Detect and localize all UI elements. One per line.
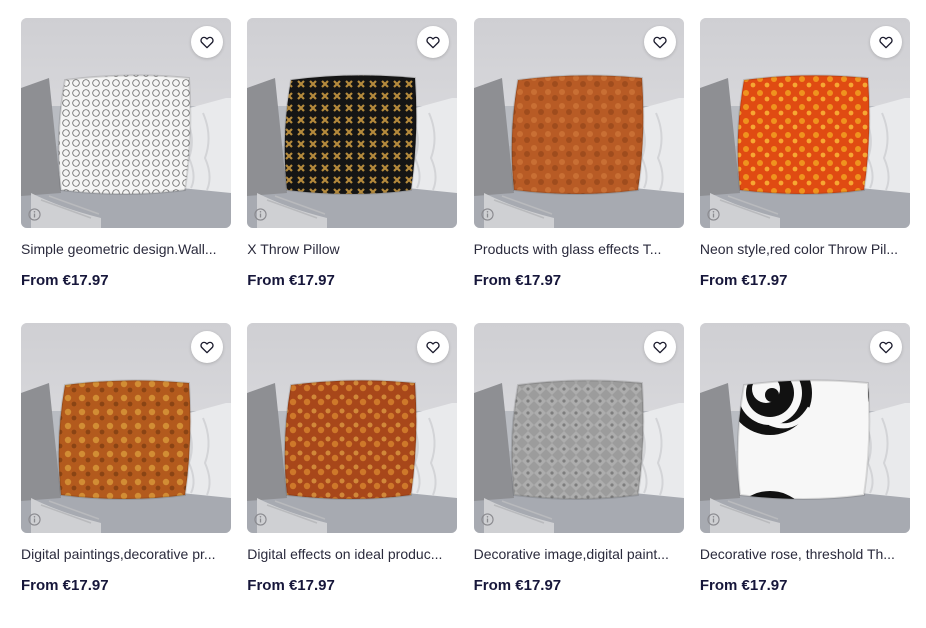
product-price: From €17.97 — [247, 577, 335, 594]
favorite-button[interactable] — [643, 331, 676, 363]
product-title[interactable]: Decorative rose, threshold Th... — [700, 545, 910, 563]
favorite-button[interactable] — [643, 26, 676, 58]
info-icon[interactable] — [28, 208, 41, 221]
product-card-3[interactable]: Products with glass effects T... From €1… — [473, 18, 684, 323]
product-image[interactable] — [247, 18, 458, 228]
product-card-7[interactable]: Decorative image,digital paint... From €… — [473, 323, 684, 628]
info-icon[interactable] — [28, 513, 41, 526]
product-price: From €17.97 — [473, 577, 562, 594]
info-icon[interactable] — [707, 513, 720, 526]
product-card-1[interactable]: Simple geometric design.Wall... From €17… — [21, 18, 231, 323]
product-card-8[interactable]: Decorative rose, threshold Th... From €1… — [699, 323, 910, 628]
heart-outline-icon — [200, 36, 214, 49]
product-image[interactable] — [247, 323, 458, 533]
favorite-button[interactable] — [869, 331, 902, 363]
product-image[interactable] — [21, 323, 231, 533]
heart-outline-icon — [879, 36, 893, 49]
product-price: From €17.97 — [21, 577, 109, 594]
product-price: From €17.97 — [699, 272, 788, 289]
product-price: From €17.97 — [473, 272, 562, 289]
product-image[interactable] — [699, 323, 910, 533]
info-icon[interactable] — [707, 208, 720, 221]
product-title[interactable]: Digital paintings,decorative pr... — [21, 545, 231, 563]
product-title[interactable]: Neon style,red color Throw Pil... — [700, 240, 910, 258]
info-icon[interactable] — [480, 513, 494, 526]
info-icon[interactable] — [480, 208, 494, 221]
product-image[interactable] — [473, 18, 684, 228]
product-image[interactable] — [21, 18, 231, 228]
favorite-button[interactable] — [191, 331, 223, 363]
favorite-button[interactable] — [869, 26, 902, 58]
product-title[interactable]: X Throw Pillow — [247, 240, 457, 258]
product-title[interactable]: Digital effects on ideal produc... — [247, 545, 457, 563]
product-card-2[interactable]: X Throw Pillow From €17.97 — [247, 18, 458, 323]
product-title[interactable]: Simple geometric design.Wall... — [21, 240, 231, 258]
product-title[interactable]: Decorative image,digital paint... — [474, 545, 684, 563]
info-icon[interactable] — [254, 208, 267, 221]
heart-outline-icon — [652, 341, 667, 354]
favorite-button[interactable] — [191, 26, 223, 58]
product-card-6[interactable]: Digital effects on ideal produc... From … — [247, 323, 458, 628]
heart-outline-icon — [879, 341, 893, 354]
product-price: From €17.97 — [247, 272, 335, 289]
product-image[interactable] — [473, 323, 684, 533]
heart-outline-icon — [426, 341, 440, 354]
info-icon[interactable] — [254, 513, 267, 526]
product-title[interactable]: Products with glass effects T... — [474, 240, 684, 258]
product-image[interactable] — [699, 18, 910, 228]
heart-outline-icon — [200, 341, 214, 354]
product-price: From €17.97 — [699, 577, 788, 594]
product-grid: Simple geometric design.Wall... From €17… — [21, 18, 910, 628]
heart-outline-icon — [426, 36, 440, 49]
product-card-5[interactable]: Digital paintings,decorative pr... From … — [21, 323, 231, 628]
product-price: From €17.97 — [21, 272, 109, 289]
heart-outline-icon — [652, 36, 667, 49]
product-card-4[interactable]: Neon style,red color Throw Pil... From €… — [699, 18, 910, 323]
